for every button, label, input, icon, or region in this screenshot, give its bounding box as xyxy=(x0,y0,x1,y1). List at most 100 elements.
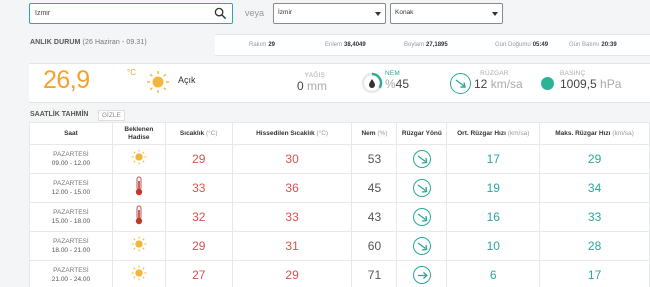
sun-icon xyxy=(147,71,169,93)
rain-unit: mm xyxy=(307,79,328,93)
wind-direction-icon xyxy=(450,73,471,94)
col-wind-dir: Rüzgar Yönü xyxy=(396,122,448,145)
col-temp-label: Sıcaklık xyxy=(179,129,205,137)
humidity-cell: 71 xyxy=(351,260,398,287)
time-cell: PAZARTESİ 15.00 - 18.00 xyxy=(29,202,113,232)
table-row: PAZARTESİ 18.00 - 21.00 29 31 60 10 28 xyxy=(29,231,650,261)
wind-direction-east-arrow-icon xyxy=(412,265,431,284)
humidity-cell: 60 xyxy=(351,231,398,261)
wind-direction-southeast-arrow-icon xyxy=(412,178,431,197)
avg-wind-cell: 16 xyxy=(446,202,541,232)
sun-icon xyxy=(131,149,147,169)
pressure-icon xyxy=(541,77,554,90)
altitude-value: 29 xyxy=(268,42,276,48)
event-cell xyxy=(111,231,166,261)
col-wind-dir-label: Rüzgar Yönü xyxy=(401,129,442,137)
feels-cell: 29 xyxy=(231,260,353,287)
humidity-label: NEM xyxy=(385,70,401,77)
thermometer-icon xyxy=(134,205,144,229)
search-box[interactable] xyxy=(29,3,233,24)
latitude-info: Enlem 38,4049 xyxy=(325,42,366,48)
table-row: PAZARTESİ 12.00 - 15.00 33 36 45 19 34 xyxy=(29,173,650,203)
max-wind-cell: 29 xyxy=(539,144,650,174)
city-select-value: İzmir xyxy=(278,9,293,16)
time-cell: PAZARTESİ 09.00 - 12.00 xyxy=(29,144,113,174)
longitude-info: Boylam 27,1895 xyxy=(404,42,448,48)
pressure-metric: BASINÇ 1009,5 hPa xyxy=(560,70,621,91)
col-feels-unit: (°C) xyxy=(316,129,329,137)
col-temp-unit: (°C) xyxy=(205,129,218,137)
day-label: PAZARTESİ xyxy=(53,238,89,245)
search-input[interactable] xyxy=(35,4,210,23)
day-label: PAZARTESİ xyxy=(53,151,89,158)
feels-cell: 33 xyxy=(231,202,353,232)
humidity-cell: 43 xyxy=(351,202,398,232)
col-event-label-1: Beklenen xyxy=(124,125,154,133)
temp-cell: 29 xyxy=(164,231,233,261)
sunset-info: Gün Batımı 20:39 xyxy=(569,42,617,48)
search-row: veya İzmir Konak xyxy=(0,0,650,30)
district-select-value: Konak xyxy=(395,9,414,16)
sunrise-label: Gün Doğumu xyxy=(495,42,531,48)
wind-dir-cell xyxy=(396,231,448,261)
table-row: PAZARTESİ 21.00 - 24.00 27 29 71 6 17 xyxy=(29,260,650,287)
chevron-down-icon xyxy=(375,12,381,16)
longitude-value: 27,1895 xyxy=(426,42,448,48)
or-label: veya xyxy=(245,8,265,18)
current-temperature: 26,9 xyxy=(43,66,90,94)
district-select[interactable]: Konak xyxy=(390,3,503,24)
time-range: 09.00 - 12.00 xyxy=(51,160,91,167)
sun-icon xyxy=(131,236,147,256)
col-event-label-2: Hadise xyxy=(128,133,150,141)
time-range: 18.00 - 21.00 xyxy=(51,247,91,254)
thermometer-icon xyxy=(134,176,144,200)
wind-dir-cell xyxy=(396,202,448,232)
time-range: 21.00 - 24.00 xyxy=(51,276,91,283)
wind-dir-cell xyxy=(396,144,448,174)
pressure-unit: hPa xyxy=(600,77,622,91)
current-status-date: (26 Haziran - 09.31) xyxy=(82,39,147,46)
time-range: 15.00 - 18.00 xyxy=(51,218,91,225)
rain-value: 0 xyxy=(297,79,304,93)
hide-button[interactable]: GİZLE xyxy=(98,110,125,121)
avg-wind-cell: 19 xyxy=(446,173,541,203)
rain-metric: YAĞIŞ 0 mm xyxy=(297,72,327,93)
wind-value: 12 xyxy=(474,77,488,91)
sunset-label: Gün Batımı xyxy=(569,42,600,48)
sunrise-value: 05:49 xyxy=(532,42,549,48)
sun-icon xyxy=(131,265,147,285)
col-avg-wind-unit: (km/sa) xyxy=(507,129,530,137)
col-time: Saat xyxy=(29,122,113,145)
city-select[interactable]: İzmir xyxy=(273,3,386,24)
col-event: Beklenen Hadise xyxy=(111,122,166,145)
event-cell xyxy=(111,260,166,287)
sunset-value: 20:39 xyxy=(601,42,617,48)
hourly-table-body: PAZARTESİ 09.00 - 12.00 29 30 53 17 29 PAZARTES… xyxy=(29,144,650,287)
wind-direction-southeast-arrow-icon xyxy=(412,149,431,168)
col-feels-label: Hissedilen Sıcaklık xyxy=(256,129,315,137)
avg-wind-cell: 6 xyxy=(446,260,541,287)
wind-metric: RÜZGAR 12 km/sa xyxy=(474,70,523,91)
pressure-value: 1009,5 xyxy=(560,77,597,91)
temp-cell: 32 xyxy=(164,202,233,232)
max-wind-cell: 17 xyxy=(539,260,650,287)
col-avg-wind: Ort. Rüzgar Hızı (km/sa) xyxy=(446,122,541,145)
sunrise-info: Gün Doğumu 05:49 xyxy=(495,42,548,48)
hourly-forecast-title: SAATLİK TAHMİN xyxy=(30,111,89,118)
wind-dir-cell xyxy=(396,260,448,287)
rain-label: YAĞIŞ xyxy=(304,72,326,79)
col-humidity: Nem (%) xyxy=(351,122,398,145)
time-cell: PAZARTESİ 12.00 - 15.00 xyxy=(29,173,113,203)
current-weather-panel: 26,9 °C Açık YAĞIŞ 0 mm NEM %45 RÜZGAR 1… xyxy=(29,63,650,103)
search-icon[interactable] xyxy=(214,7,227,20)
max-wind-cell: 33 xyxy=(539,202,650,232)
feels-cell: 31 xyxy=(231,231,353,261)
wind-direction-southeast-arrow-icon xyxy=(412,236,431,255)
humidity-metric: NEM %45 xyxy=(385,70,409,91)
hourly-forecast-table: Saat Beklenen Hadise Sıcaklık (°C) Hissed… xyxy=(29,122,650,287)
temperature-unit: °C xyxy=(127,68,136,77)
wind-direction-southeast-arrow-icon xyxy=(412,207,431,226)
time-range: 12.00 - 15.00 xyxy=(51,189,91,196)
humidity-value: 45 xyxy=(395,77,410,91)
col-max-wind: Maks. Rüzgar Hızı (km/sa) xyxy=(539,122,650,145)
